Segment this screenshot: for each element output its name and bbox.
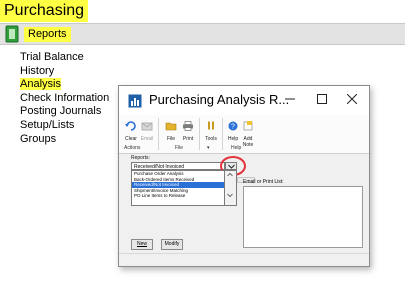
- group-help-label: Help: [231, 145, 242, 151]
- dialog-ribbon: Clear Email File Print Tools ? Help Add …: [119, 115, 369, 154]
- new-button[interactable]: New: [131, 239, 153, 250]
- tools-label: Tools: [205, 136, 217, 142]
- nav-item-label: Analysis: [20, 78, 61, 91]
- minimize-icon: [285, 98, 295, 100]
- reports-icon: [5, 25, 19, 43]
- nav-item-posting-journals[interactable]: Posting Journals: [20, 105, 109, 119]
- group-actions-label: Actions: [124, 145, 141, 151]
- reports-bar: Reports: [0, 24, 405, 45]
- reports-dropdown-list: Purchase Order Analysis Back-Ordered Ite…: [131, 170, 225, 206]
- print-button[interactable]: Print: [180, 118, 196, 142]
- note-label: Note: [242, 142, 254, 148]
- clear-label: Clear: [125, 136, 137, 142]
- help-button[interactable]: ? Help: [225, 118, 241, 142]
- modify-button[interactable]: Modify: [161, 239, 183, 250]
- nav-item-label: Trial Balance: [20, 51, 84, 63]
- modify-button-label: Modify: [164, 241, 180, 247]
- email-icon: [141, 122, 153, 131]
- note-icon: [243, 121, 253, 131]
- clear-icon: [125, 121, 136, 131]
- folder-icon: [165, 122, 177, 131]
- reports-label[interactable]: Reports: [24, 27, 71, 42]
- nav-item-setup-lists[interactable]: Setup/Lists: [20, 119, 109, 133]
- report-chart-icon: [128, 94, 142, 108]
- dialog-title: Purchasing Analysis R...: [149, 92, 290, 107]
- tools-icon: [208, 121, 214, 130]
- clear-button[interactable]: Clear: [123, 118, 139, 142]
- email-label: Email: [140, 136, 154, 142]
- nav-item-history[interactable]: History: [20, 65, 109, 79]
- page-title: Purchasing: [0, 0, 89, 22]
- print-label: Print: [182, 136, 194, 142]
- tools-dropdown-icon[interactable]: ▾: [207, 145, 210, 151]
- nav-item-trial-balance[interactable]: Trial Balance: [20, 51, 109, 65]
- group-file-label: File: [175, 145, 184, 151]
- reports-combo[interactable]: Received/Not Invoiced: [131, 162, 225, 170]
- dialog-titlebar[interactable]: Purchasing Analysis R...: [119, 86, 369, 115]
- ribbon-separator: [199, 118, 200, 150]
- nav-item-check-information[interactable]: Check Information: [20, 92, 109, 106]
- svg-text:?: ?: [231, 124, 235, 131]
- close-icon: [346, 93, 358, 105]
- nav-item-label: Groups: [20, 132, 57, 145]
- email-button[interactable]: Email: [139, 118, 155, 142]
- purchasing-analysis-reports-dialog: Purchasing Analysis R... Clear Email Fil…: [118, 85, 370, 267]
- close-button[interactable]: [339, 89, 365, 111]
- minimize-button[interactable]: [277, 89, 303, 111]
- help-label: Help: [227, 136, 239, 142]
- nav-item-label: Posting Journals: [20, 105, 102, 118]
- scroll-arrows-icon: [227, 172, 233, 198]
- email-print-list-label: Email or Print List:: [243, 179, 284, 185]
- reports-nav: Trial Balance History Analysis Check Inf…: [20, 51, 109, 146]
- nav-item-label: History: [20, 64, 55, 77]
- printer-icon: [183, 121, 193, 131]
- nav-item-analysis[interactable]: Analysis: [20, 78, 109, 92]
- maximize-button[interactable]: [309, 89, 335, 111]
- dropdown-scrollbar[interactable]: [225, 170, 237, 206]
- file-button[interactable]: File: [163, 118, 179, 142]
- ribbon-separator: [222, 118, 223, 150]
- tools-button[interactable]: Tools: [203, 118, 219, 142]
- email-print-list[interactable]: [243, 186, 363, 248]
- nav-item-label: Setup/Lists: [20, 118, 75, 131]
- ribbon-separator: [158, 118, 159, 150]
- maximize-icon: [317, 94, 327, 104]
- dropdown-option[interactable]: PO Line Items to Release: [132, 193, 224, 199]
- nav-item-label: Check Information: [20, 91, 110, 104]
- file-label: File: [166, 136, 176, 142]
- reports-field-label: Reports:: [131, 155, 150, 161]
- dialog-footer: [119, 253, 369, 266]
- help-icon: ?: [228, 121, 238, 131]
- new-button-label: New: [136, 241, 147, 247]
- add-note-button[interactable]: Add Note: [240, 118, 256, 148]
- nav-item-groups[interactable]: Groups: [20, 133, 109, 147]
